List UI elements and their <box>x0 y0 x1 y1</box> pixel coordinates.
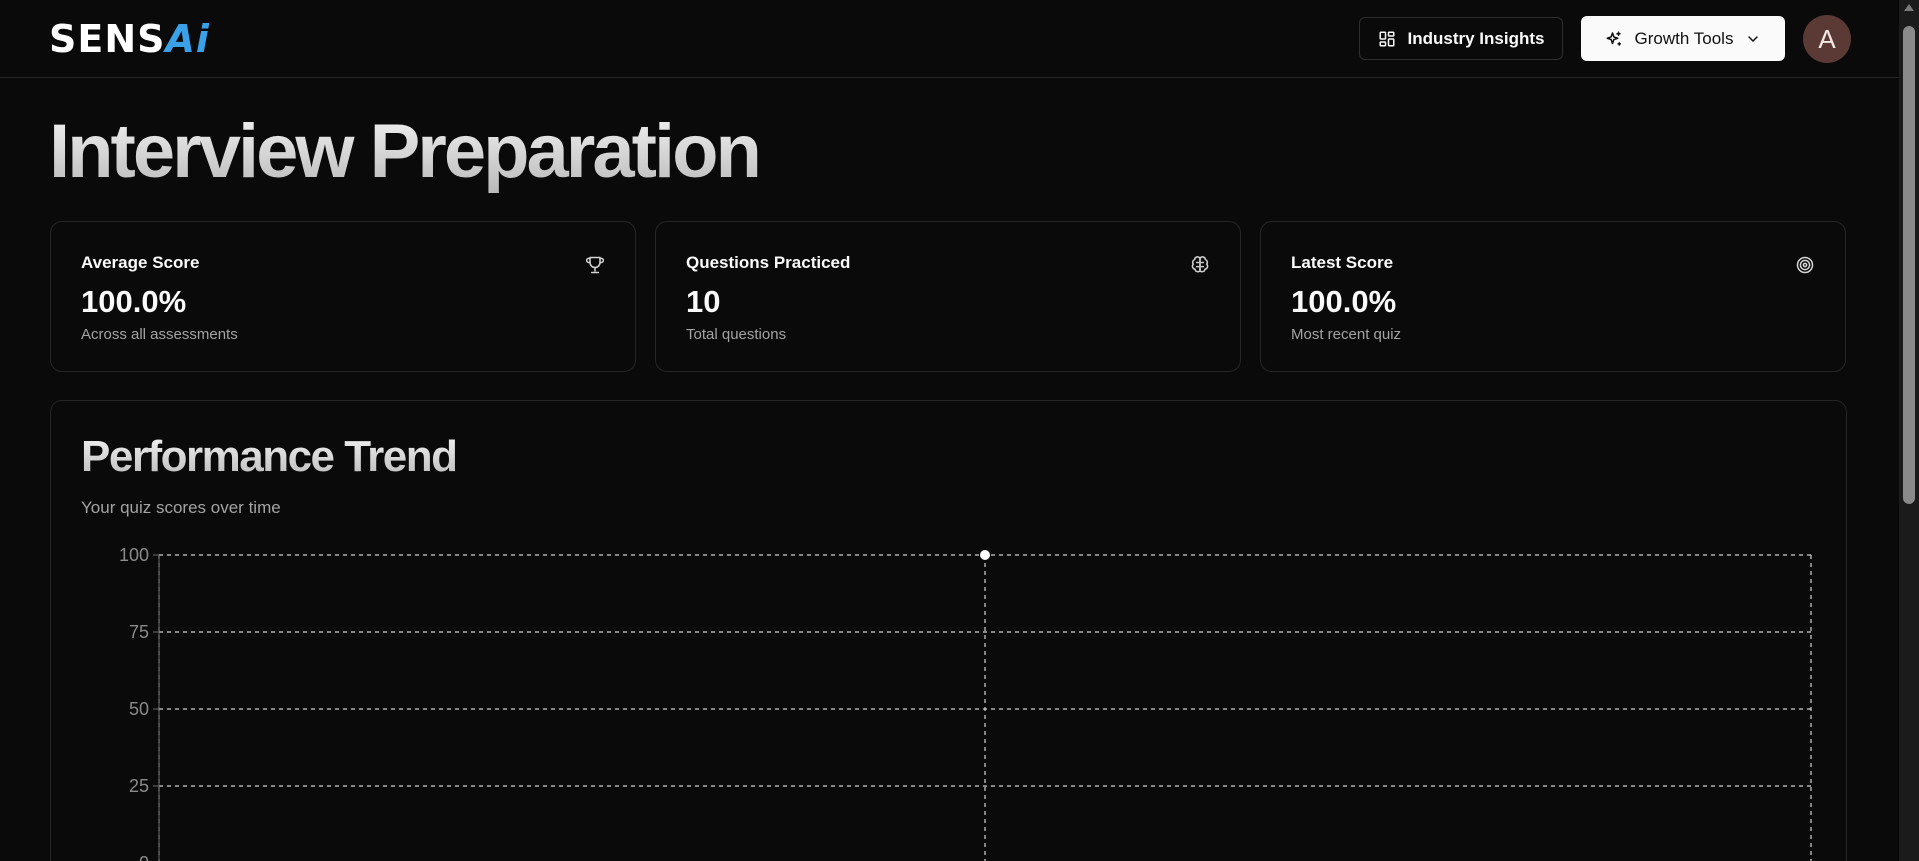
stat-value: 100.0% <box>1291 284 1397 319</box>
stat-value: 100.0% <box>81 284 187 319</box>
scroll-up-arrow-icon[interactable] <box>1904 4 1914 11</box>
stat-label: Latest Score <box>1291 253 1394 272</box>
stat-label: Average Score <box>81 253 200 272</box>
trophy-icon <box>585 256 605 274</box>
sensai-logo[interactable]: SENS Ai <box>49 16 210 62</box>
data-point <box>980 550 990 560</box>
stat-value: 10 <box>686 284 721 319</box>
y-tick-label: 75 <box>129 622 149 642</box>
performance-line-chart: 0 25 50 75 100 <box>119 545 1812 861</box>
growth-tools-label: Growth Tools <box>1634 28 1734 48</box>
industry-insights-button[interactable]: Industry Insights <box>1359 17 1563 60</box>
y-tick-label: 100 <box>119 545 149 565</box>
stat-description: Most recent quiz <box>1291 326 1402 343</box>
questions-practiced-card: Questions Practiced 10 Total questions <box>655 221 1241 372</box>
industry-insights-label: Industry Insights <box>1407 28 1545 48</box>
growth-tools-dropdown[interactable]: Growth Tools <box>1581 16 1785 61</box>
sparkles-icon <box>1606 31 1621 46</box>
target-icon <box>1796 256 1814 274</box>
page-scrollbar[interactable] <box>1899 0 1919 861</box>
logo-text-main: SENS <box>49 17 166 61</box>
top-navbar: SENS Ai Industry Insights Growth Tools A <box>0 0 1899 78</box>
stat-description: Total questions <box>686 326 787 343</box>
stat-label: Questions Practiced <box>686 253 851 272</box>
page-title: Interview Preparation <box>49 109 762 194</box>
avatar-initial: A <box>1818 23 1836 54</box>
layout-dashboard-icon <box>1379 31 1395 46</box>
y-tick-label: 25 <box>129 776 149 796</box>
average-score-card: Average Score 100.0% Across all assessme… <box>50 221 636 372</box>
page: SENS Ai Industry Insights Growth Tools A… <box>0 0 1919 861</box>
scrollbar-thumb[interactable] <box>1903 26 1915 504</box>
chevron-down-icon <box>1748 35 1759 42</box>
logo-text-accent: Ai <box>165 17 210 61</box>
performance-trend-card: Performance Trend Your quiz scores over … <box>50 400 1847 861</box>
stat-description: Across all assessments <box>81 326 238 343</box>
latest-score-card: Latest Score 100.0% Most recent quiz <box>1260 221 1846 372</box>
user-avatar[interactable]: A <box>1803 15 1851 63</box>
brain-icon <box>1191 256 1209 273</box>
y-tick-label: 0 <box>139 853 149 861</box>
y-tick-label: 50 <box>129 699 149 719</box>
